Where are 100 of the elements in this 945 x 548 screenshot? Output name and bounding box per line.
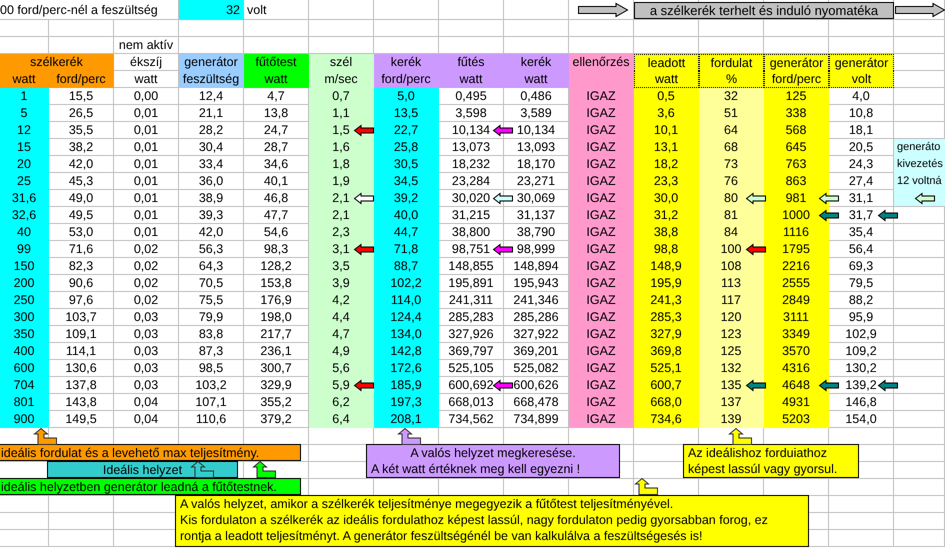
column-header: generátor xyxy=(829,54,894,71)
table-cell: 5,0 xyxy=(374,88,439,105)
table-cell: IGAZ xyxy=(569,207,634,224)
column-header: fűtőtest xyxy=(244,54,309,71)
table-cell: 668,0 xyxy=(634,394,699,411)
column-header: szélkerék xyxy=(0,54,114,71)
table-cell: 250 xyxy=(0,292,49,309)
table-cell: 200 xyxy=(0,275,49,292)
callout-note: Az ideálishoz forduiathoz képest lassúl vagy gyorsul. xyxy=(683,444,859,478)
table-cell: IGAZ xyxy=(569,258,634,275)
table-cell: 142,8 xyxy=(374,343,439,360)
table-cell: 900 xyxy=(0,411,49,428)
bent-arrow-icon xyxy=(397,428,421,445)
table-cell: IGAZ xyxy=(569,88,634,105)
bent-arrow-icon xyxy=(634,478,658,495)
table-cell: 64 xyxy=(699,122,764,139)
column-unit: feszültség xyxy=(179,71,244,88)
table-cell: 197,3 xyxy=(374,394,439,411)
table-cell: 148,9 xyxy=(634,258,699,275)
table-cell: 2,1 xyxy=(309,207,374,224)
table-cell: 285,3 xyxy=(634,309,699,326)
table-cell: 863 xyxy=(764,173,829,190)
right-arrow-icon xyxy=(895,3,945,17)
table-cell: IGAZ xyxy=(569,105,634,122)
table-cell: 645 xyxy=(764,139,829,156)
column-header: szél xyxy=(309,54,374,71)
table-cell: 30,0 xyxy=(634,190,699,207)
table-cell: 1 xyxy=(0,88,49,105)
table-cell: 25 xyxy=(0,173,49,190)
table-cell: 327,9 xyxy=(634,326,699,343)
table-cell: IGAZ xyxy=(569,292,634,309)
table-cell: 0,5 xyxy=(634,88,699,105)
table-cell: 734,6 xyxy=(634,411,699,428)
table-cell: 25,8 xyxy=(374,139,439,156)
column-unit: ford/perc xyxy=(764,71,829,88)
table-cell: 81 xyxy=(699,207,764,224)
column-unit: % xyxy=(699,71,764,88)
callout-note: Ideális helyzet xyxy=(47,461,238,478)
table-cell: 350 xyxy=(0,326,49,343)
table-cell: 12 xyxy=(0,122,49,139)
table-cell: 40 xyxy=(0,224,49,241)
table-cell: 40,0 xyxy=(374,207,439,224)
table-cell: 5203 xyxy=(764,411,829,428)
table-cell: 3349 xyxy=(764,326,829,343)
table-cell: 763 xyxy=(764,156,829,173)
table-cell: 195,9 xyxy=(634,275,699,292)
table-cell: 132 xyxy=(699,360,764,377)
table-cell: 20 xyxy=(0,156,49,173)
table-cell: 30,5 xyxy=(374,156,439,173)
table-cell: 117 xyxy=(699,292,764,309)
table-cell: 84 xyxy=(699,224,764,241)
table-cell: 6,2 xyxy=(309,394,374,411)
table-cell: 6,4 xyxy=(309,411,374,428)
table-cell: 2,3 xyxy=(309,224,374,241)
table-cell: 801 xyxy=(0,394,49,411)
column-unit: ford/perc xyxy=(374,71,439,88)
table-cell: 73 xyxy=(699,156,764,173)
table-cell: 400 xyxy=(0,343,49,360)
table-cell: IGAZ xyxy=(569,360,634,377)
table-cell: 125 xyxy=(764,88,829,105)
table-cell: IGAZ xyxy=(569,275,634,292)
column-unit: ford/perc xyxy=(49,71,114,88)
column-unit: volt xyxy=(829,71,894,88)
table-cell: 134,0 xyxy=(374,326,439,343)
table-cell: 80 xyxy=(699,190,764,207)
table-cell: 88,7 xyxy=(374,258,439,275)
column-header: leadott xyxy=(634,54,699,71)
table-cell: 600 xyxy=(0,360,49,377)
table-cell: IGAZ xyxy=(569,343,634,360)
right-arrow-icon xyxy=(578,3,628,17)
table-cell: 241,3 xyxy=(634,292,699,309)
table-cell: 185,9 xyxy=(374,377,439,394)
table-cell: 31,2 xyxy=(634,207,699,224)
table-cell: 704 xyxy=(0,377,49,394)
table-cell: 99 xyxy=(0,241,49,258)
table-cell: IGAZ xyxy=(569,326,634,343)
table-cell: IGAZ xyxy=(569,241,634,258)
table-cell: IGAZ xyxy=(569,156,634,173)
table-cell: 135 xyxy=(699,377,764,394)
table-cell: 4316 xyxy=(764,360,829,377)
table-cell: 76 xyxy=(699,173,764,190)
callout-note: A valós helyzet, amikor a szélkerék teljesítménye megegyezik a fűtőtest teljesítményével. Kis fordulaton a szélkerék az ideális fordulathoz képest lassúl, nagy fordulaton pedig gyorsabban forog, ez rontja a leadott teljesítményt. A generátor feszültségénél be van kalkulálva a feszültségesés is! xyxy=(175,495,809,547)
callout-note: ideális fordulat és a levehető max teljesítmény. xyxy=(0,444,301,461)
table-cell: 208,1 xyxy=(374,411,439,428)
table-cell: IGAZ xyxy=(569,411,634,428)
table-cell: 338 xyxy=(764,105,829,122)
column-unit: watt xyxy=(634,71,699,88)
table-cell: 102,2 xyxy=(374,275,439,292)
table-cell: IGAZ xyxy=(569,224,634,241)
table-cell: 125 xyxy=(699,343,764,360)
column-header: fűtés xyxy=(439,54,504,71)
table-cell: 1,9 xyxy=(309,173,374,190)
note-line: generáto xyxy=(897,140,940,155)
table-cell: 600,7 xyxy=(634,377,699,394)
table-cell: 3111 xyxy=(764,309,829,326)
table-cell: 3570 xyxy=(764,343,829,360)
column-unit: watt xyxy=(244,71,309,88)
table-cell: 2555 xyxy=(764,275,829,292)
bent-arrow-icon xyxy=(190,461,214,478)
value-cell: 32 xyxy=(179,0,244,20)
